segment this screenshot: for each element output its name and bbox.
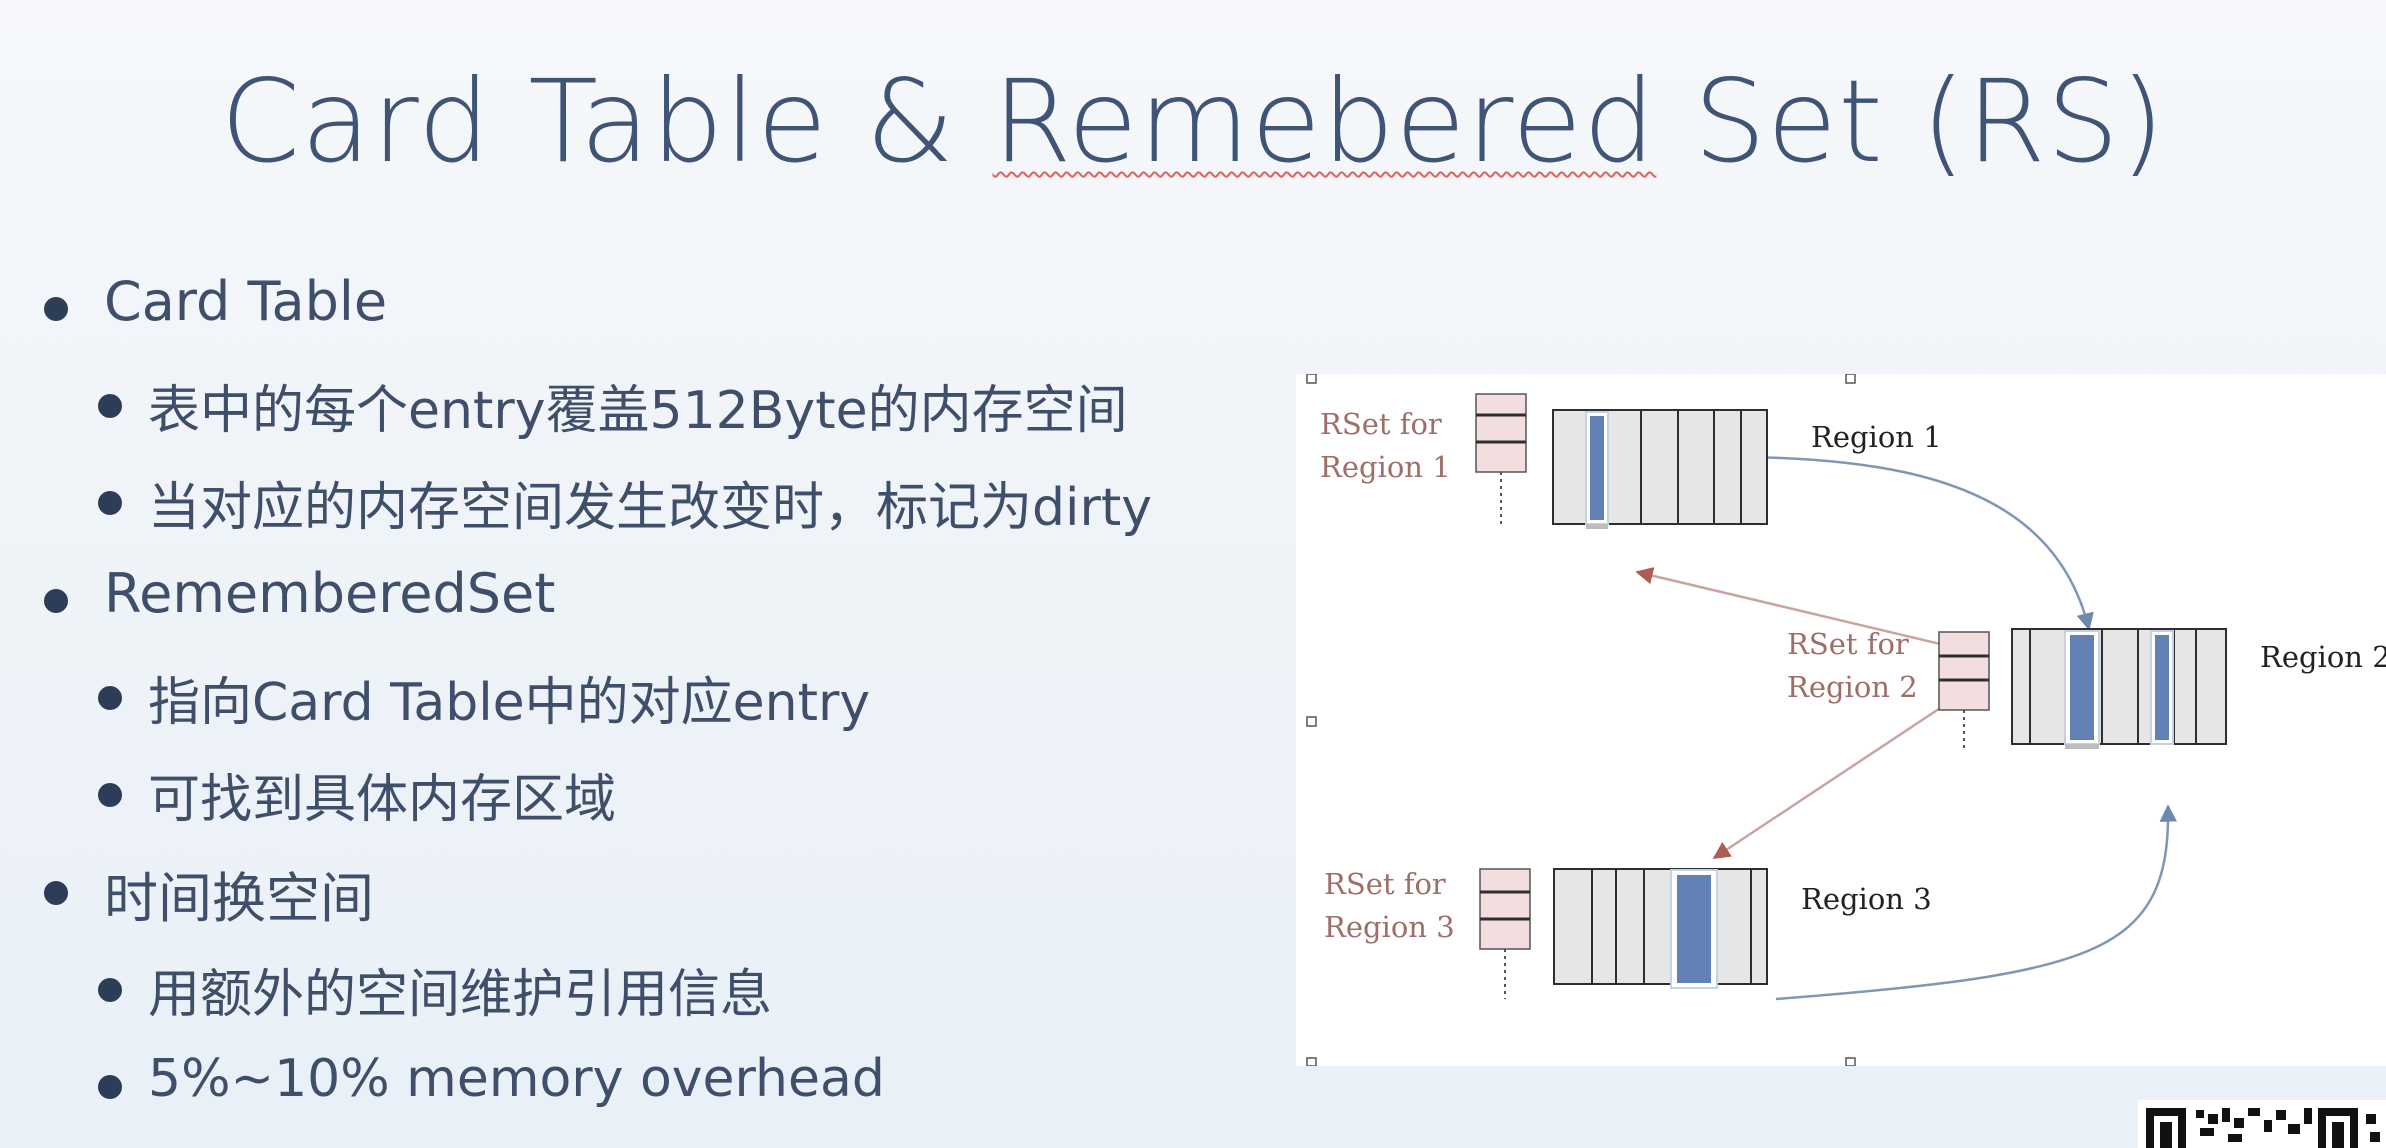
rset-table-region-2 bbox=[1938, 631, 1990, 748]
bullet-dot-icon bbox=[98, 1075, 122, 1099]
bullet-card-table: Card Table bbox=[44, 270, 388, 333]
bullet-text: 表中的每个entry覆盖512Byte的内存空间 bbox=[148, 381, 1128, 441]
bullet-text: 5%~10% memory overhead bbox=[148, 1049, 885, 1109]
bullet-text: 用额外的空间维护引用信息 bbox=[148, 965, 773, 1025]
bullet-dot-icon bbox=[98, 978, 122, 1002]
sub-bullet-points-to-entry: 指向Card Table中的对应entry bbox=[98, 660, 871, 735]
bullet-dot-icon bbox=[98, 783, 122, 807]
title-suffix: Set (RS) bbox=[1656, 55, 2166, 188]
bullet-text: Card Table bbox=[104, 270, 388, 333]
bullet-text: 时间换空间 bbox=[104, 867, 374, 930]
region-2 bbox=[2011, 628, 2227, 749]
qr-code-graphic bbox=[2146, 1108, 2380, 1148]
rset-label-line: Region 2 bbox=[1787, 670, 1918, 704]
title-misspelled-word: Remebered bbox=[992, 55, 1657, 188]
sub-bullet-entry-coverage: 表中的每个entry覆盖512Byte的内存空间 bbox=[98, 368, 1128, 443]
bullet-text: RememberedSet bbox=[104, 562, 556, 625]
rset-label-line: RSet for bbox=[1787, 627, 1909, 661]
sub-bullet-extra-space: 用额外的空间维护引用信息 bbox=[98, 952, 773, 1027]
rset-diagram: RSet for Region 1 RSet for Region 2 RSet… bbox=[1296, 374, 2386, 1066]
rset-diagram-graphic bbox=[1306, 374, 2227, 1066]
bullet-text: 可找到具体内存区域 bbox=[148, 770, 617, 830]
bullet-dot-icon bbox=[98, 686, 122, 710]
slide-title: Card Table & Remebered Set (RS) bbox=[0, 55, 2386, 188]
rset-label-line: RSet for bbox=[1320, 407, 1442, 441]
sub-bullet-memory-overhead: 5%~10% memory overhead bbox=[98, 1049, 885, 1109]
bullet-text: 指向Card Table中的对应entry bbox=[148, 673, 871, 733]
rset-table-region-3 bbox=[1479, 868, 1531, 999]
rset-label-region-2: RSet for Region 2 bbox=[1787, 623, 1918, 709]
bullet-dot-icon bbox=[98, 394, 122, 418]
title-prefix: Card Table & bbox=[220, 55, 993, 188]
sub-bullet-dirty-marking: 当对应的内存空间发生改变时，标记为dirty bbox=[98, 465, 1152, 540]
bullet-dot-icon bbox=[44, 881, 68, 905]
bullet-remembered-set: RememberedSet bbox=[44, 562, 556, 625]
bullet-time-for-space: 时间换空间 bbox=[44, 854, 374, 933]
bullet-dot-icon bbox=[98, 491, 122, 515]
bullet-text: 当对应的内存空间发生改变时，标记为dirty bbox=[148, 478, 1152, 538]
region-1 bbox=[1552, 409, 1768, 529]
bullet-dot-icon bbox=[44, 297, 68, 321]
rset-label-line: RSet for bbox=[1324, 867, 1446, 901]
rset-label-region-3: RSet for Region 3 bbox=[1324, 863, 1455, 949]
rset-table-region-1 bbox=[1475, 393, 1527, 526]
region-label-1: Region 1 bbox=[1811, 420, 1942, 454]
sub-bullet-find-memory-region: 可找到具体内存区域 bbox=[98, 757, 617, 832]
region-label-2: Region 2 bbox=[2260, 640, 2386, 674]
rset-label-region-1: RSet for Region 1 bbox=[1320, 403, 1451, 489]
region-3 bbox=[1553, 868, 1768, 989]
bullet-dot-icon bbox=[44, 589, 68, 613]
rset-label-line: Region 3 bbox=[1324, 910, 1455, 944]
qr-code-icon bbox=[2138, 1100, 2386, 1148]
rset-label-line: Region 1 bbox=[1320, 450, 1451, 484]
region-label-3: Region 3 bbox=[1801, 882, 1932, 916]
